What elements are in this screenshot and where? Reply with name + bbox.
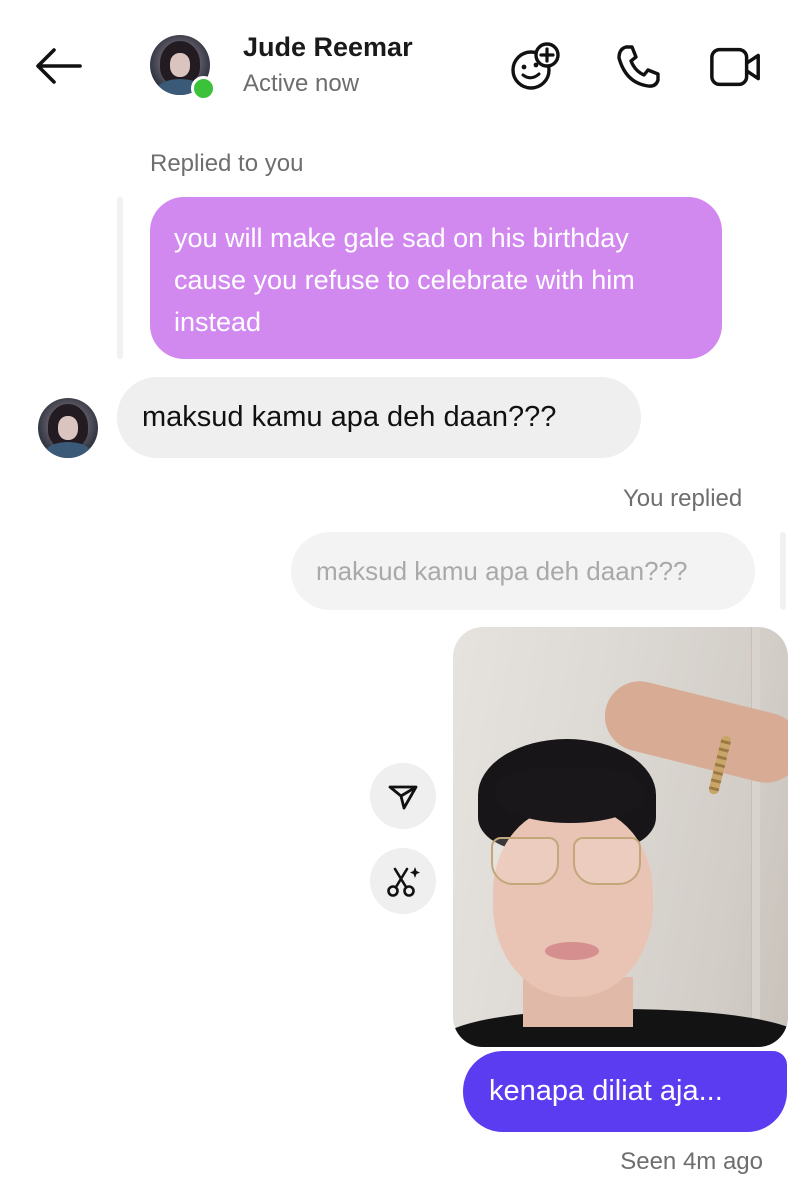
face-add-button[interactable] (507, 40, 563, 94)
replied-to-you-label: Replied to you (150, 150, 304, 177)
incoming-message-bubble[interactable]: maksud kamu apa deh daan??? (117, 377, 641, 458)
seen-status: Seen 4m ago (620, 1148, 763, 1175)
quoted-reply-bubble[interactable]: maksud kamu apa deh daan??? (291, 532, 755, 610)
reply-indicator-line (117, 197, 123, 359)
photo-message[interactable] (453, 627, 788, 1047)
send-icon (388, 785, 418, 810)
arrow-left-icon (36, 48, 82, 84)
avatar-image (38, 398, 98, 458)
contact-avatar[interactable] (150, 35, 216, 101)
online-indicator (191, 76, 216, 101)
video-call-button[interactable] (708, 40, 764, 94)
phone-icon (617, 45, 660, 88)
share-button[interactable] (370, 763, 436, 829)
audio-call-button[interactable] (610, 40, 666, 94)
active-status: Active now (243, 70, 360, 97)
outgoing-message-bubble[interactable]: kenapa diliat aja... (463, 1051, 787, 1132)
face-add-icon (511, 42, 560, 90)
ai-cut-icon (387, 867, 420, 897)
reply-indicator-line (780, 532, 786, 610)
video-camera-icon (710, 47, 760, 87)
you-replied-label: You replied (623, 485, 743, 512)
back-button[interactable] (28, 40, 88, 92)
ai-edit-button[interactable] (370, 848, 436, 914)
contact-name[interactable]: Jude Reemar (243, 32, 413, 63)
chat-header: Jude Reemar Active now (0, 0, 805, 125)
sender-avatar[interactable] (38, 398, 98, 458)
quoted-message-bubble[interactable]: you will make gale sad on his birthday c… (150, 197, 722, 359)
